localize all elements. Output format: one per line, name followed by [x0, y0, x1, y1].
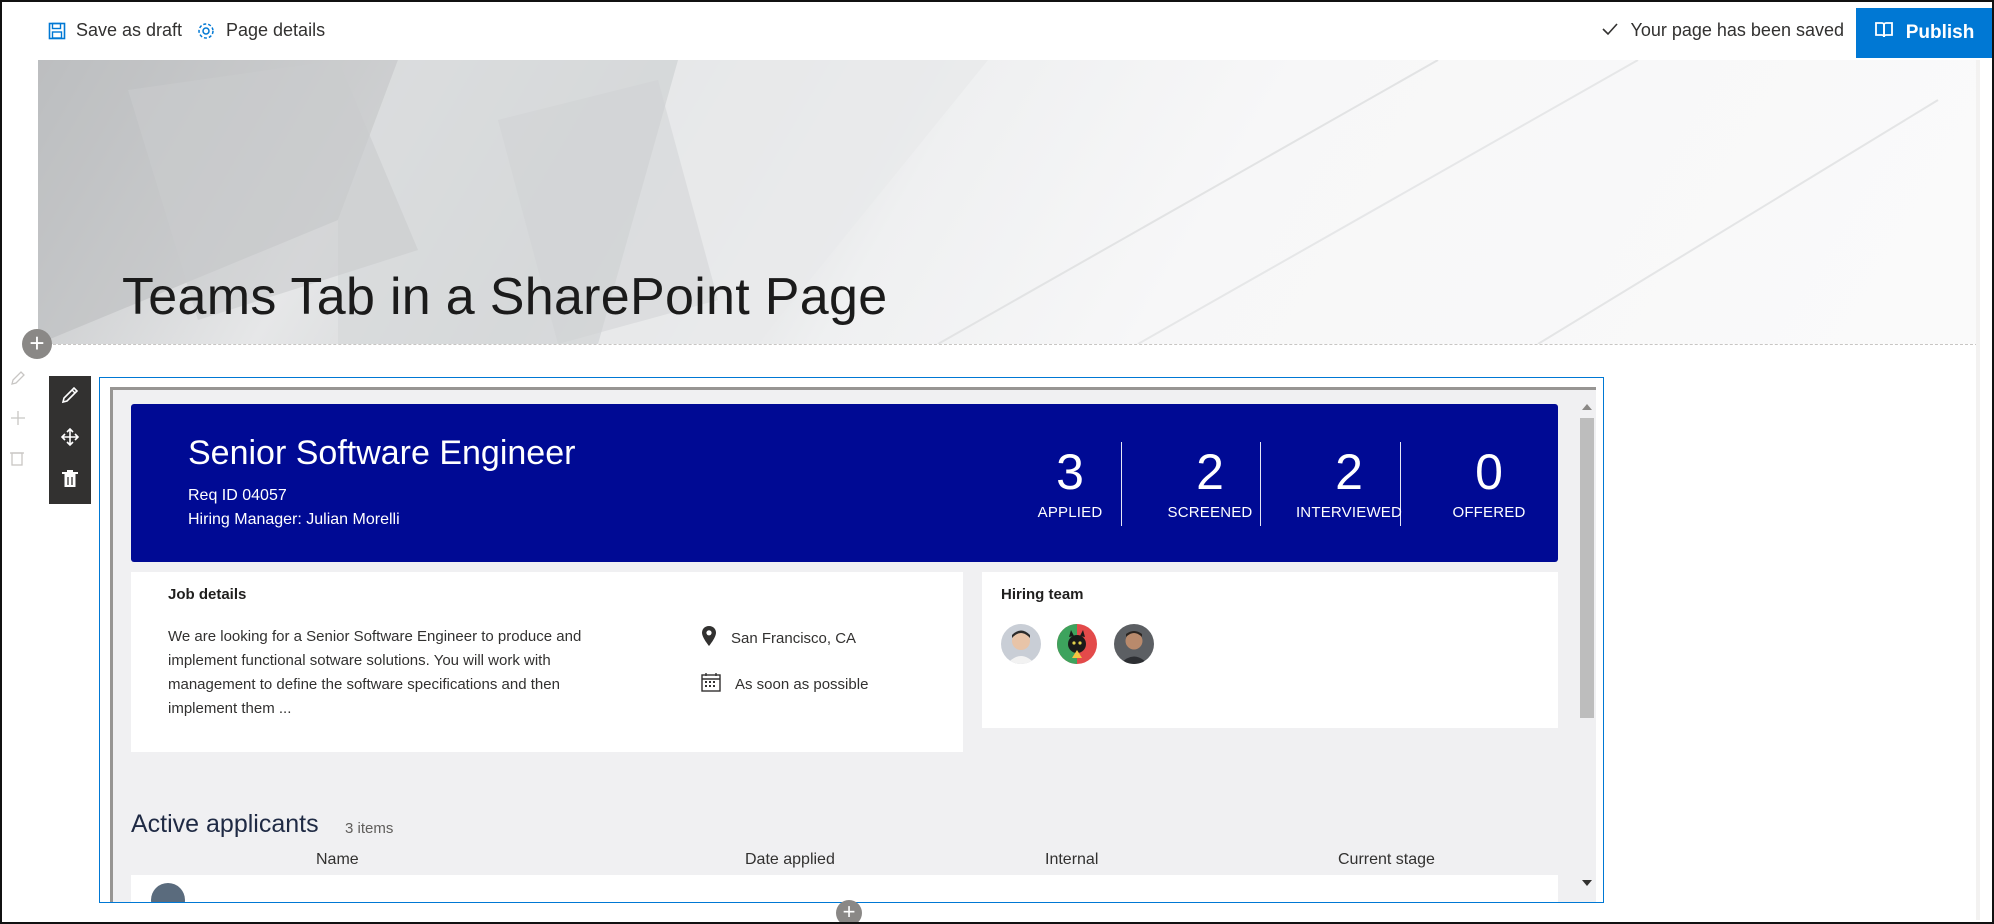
- hiring-team-avatar[interactable]: [1114, 624, 1154, 664]
- plus-icon: +: [842, 899, 856, 924]
- gear-icon: [196, 21, 216, 41]
- stat-screened[interactable]: 2 SCREENED: [1141, 446, 1279, 521]
- req-id: Req ID 04057: [188, 487, 287, 504]
- hiring-team-card: Hiring team: [982, 572, 1558, 728]
- move-icon: [60, 427, 80, 452]
- trash-icon[interactable]: [10, 450, 24, 471]
- active-applicants-heading: Active applicants: [131, 810, 319, 838]
- column-header-internal[interactable]: Internal: [1045, 851, 1098, 869]
- calendar-icon: [701, 672, 721, 696]
- plus-icon: +: [29, 328, 45, 358]
- publish-button[interactable]: Publish: [1856, 8, 1992, 58]
- webpart-toolbar: [49, 376, 91, 504]
- stat-value: 0: [1475, 444, 1503, 500]
- stat-offered[interactable]: 0 OFFERED: [1420, 446, 1558, 521]
- edit-icon[interactable]: [10, 370, 26, 391]
- map-pin-icon: [701, 625, 717, 651]
- scroll-down-icon[interactable]: [1582, 880, 1592, 886]
- column-header-name[interactable]: Name: [316, 851, 359, 869]
- hiring-team-avatar[interactable]: [1001, 624, 1041, 664]
- hiring-team-avatar[interactable]: [1057, 624, 1097, 664]
- save-status: Your page has been saved: [1602, 20, 1844, 41]
- save-as-draft-button[interactable]: Save as draft: [48, 20, 182, 41]
- stat-label: INTERVIEWED: [1295, 504, 1403, 521]
- teams-tab-webpart[interactable]: Senior Software Engineer Req ID 04057 Hi…: [99, 377, 1604, 903]
- page-scrollbar[interactable]: [1976, 60, 1980, 920]
- section-divider: [38, 344, 1978, 345]
- column-header-current-stage[interactable]: Current stage: [1338, 851, 1435, 869]
- hiring-manager: Hiring Manager: Julian Morelli: [188, 511, 400, 528]
- teams-tab-content: Senior Software Engineer Req ID 04057 Hi…: [110, 387, 1596, 902]
- location-text: San Francisco, CA: [731, 629, 857, 647]
- page-details-label: Page details: [226, 20, 326, 40]
- stat-divider: [1260, 442, 1261, 526]
- stat-divider: [1400, 442, 1401, 526]
- add-section-button[interactable]: +: [22, 329, 52, 359]
- stat-label: APPLIED: [1037, 504, 1103, 521]
- stat-applied[interactable]: 3 APPLIED: [1001, 446, 1139, 521]
- column-header-date-applied[interactable]: Date applied: [745, 851, 835, 869]
- job-description: We are looking for a Senior Software Eng…: [168, 628, 582, 717]
- trash-icon: [62, 469, 78, 493]
- job-details-card: Job details We are looking for a Senior …: [131, 572, 963, 752]
- command-bar: Save as draft Page details Your page has…: [2, 2, 1992, 66]
- webpart-scrollbar[interactable]: [1576, 404, 1594, 892]
- job-title: Senior Software Engineer: [188, 434, 576, 472]
- book-icon: [1874, 21, 1894, 45]
- job-start: As soon as possible: [701, 672, 868, 696]
- stat-divider: [1121, 442, 1122, 526]
- start-text: As soon as possible: [735, 675, 869, 693]
- move-webpart-button[interactable]: [49, 418, 91, 460]
- scroll-up-icon[interactable]: [1582, 404, 1592, 410]
- job-details-heading: Job details: [168, 586, 247, 603]
- stat-label: OFFERED: [1452, 504, 1526, 521]
- stat-value: 3: [1056, 444, 1084, 500]
- add-webpart-button[interactable]: +: [836, 899, 862, 924]
- job-location: San Francisco, CA: [701, 625, 856, 651]
- hiring-team-heading: Hiring team: [1001, 586, 1084, 603]
- stat-label: SCREENED: [1167, 504, 1253, 521]
- stat-value: 2: [1335, 444, 1363, 500]
- edit-webpart-button[interactable]: [49, 376, 91, 418]
- publish-label: Publish: [1905, 22, 1975, 43]
- check-icon: [1602, 20, 1619, 41]
- move-icon[interactable]: [10, 410, 26, 431]
- applicants-count: 3 items: [345, 820, 394, 837]
- applicant-avatar: [151, 883, 185, 902]
- save-status-text: Your page has been saved: [1630, 20, 1844, 40]
- delete-webpart-button[interactable]: [49, 460, 91, 502]
- stat-value: 2: [1196, 444, 1224, 500]
- page-details-button[interactable]: Page details: [196, 20, 325, 41]
- sharepoint-page: Save as draft Page details Your page has…: [0, 0, 1994, 924]
- pencil-icon: [60, 385, 80, 410]
- scrollbar-thumb[interactable]: [1580, 418, 1594, 718]
- job-banner: Senior Software Engineer Req ID 04057 Hi…: [131, 404, 1558, 562]
- save-icon: [48, 22, 66, 40]
- stat-interviewed[interactable]: 2 INTERVIEWED: [1280, 446, 1418, 521]
- save-as-draft-label: Save as draft: [76, 20, 183, 40]
- page-title[interactable]: Teams Tab in a SharePoint Page: [122, 267, 887, 327]
